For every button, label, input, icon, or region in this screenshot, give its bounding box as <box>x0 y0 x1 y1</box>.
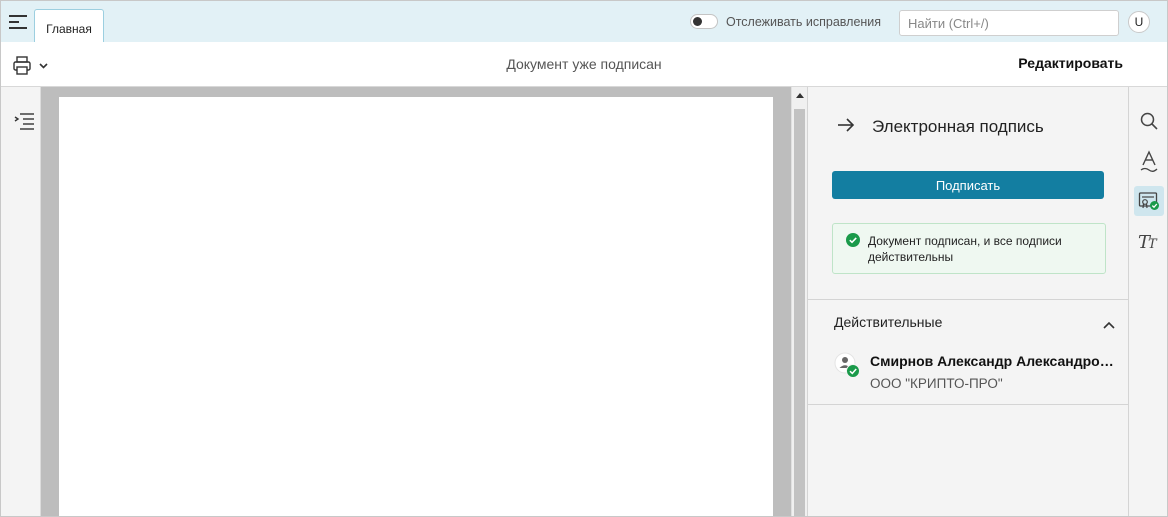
text-style-icon[interactable] <box>1134 146 1164 176</box>
search-input[interactable] <box>899 10 1119 36</box>
right-rail: T T <box>1128 87 1167 516</box>
left-rail <box>1 87 41 516</box>
valid-signatures-section: Действительные Смирнов Александр Алексан… <box>808 299 1129 405</box>
outline-icon[interactable] <box>13 111 35 131</box>
sign-button[interactable]: Подписать <box>832 171 1104 199</box>
valid-section-title: Действительные <box>834 314 943 330</box>
document-status: Документ уже подписан <box>506 56 662 72</box>
svg-text:T: T <box>1148 237 1158 251</box>
toggle-knob <box>693 17 702 26</box>
signer-verified-icon <box>834 352 862 380</box>
toolbar: Документ уже подписан Редактировать <box>1 42 1167 87</box>
edit-button[interactable]: Редактировать <box>1018 55 1123 71</box>
signature-status-box: Документ подписан, и все подписи действи… <box>832 223 1106 274</box>
scroll-thumb[interactable] <box>794 109 805 516</box>
track-changes-label: Отслеживать исправления <box>726 15 882 29</box>
panel-title: Электронная подпись <box>872 117 1044 136</box>
track-changes-toggle[interactable] <box>690 14 718 29</box>
user-avatar[interactable]: U <box>1128 11 1150 33</box>
signature-panel: Электронная подпись Подписать Документ п… <box>807 87 1129 516</box>
signer-organization: ООО "КРИПТО-ПРО" <box>870 376 1003 391</box>
search-icon[interactable] <box>1134 106 1164 136</box>
chevron-up-icon[interactable] <box>1103 316 1115 329</box>
tab-home[interactable]: Главная <box>34 9 104 43</box>
font-size-icon[interactable]: T T <box>1134 226 1164 256</box>
top-bar: Главная Отслеживать исправления U <box>1 1 1167 43</box>
signature-icon[interactable] <box>1134 186 1164 216</box>
status-message: Документ подписан, и все подписи действи… <box>868 234 1062 264</box>
scroll-up-icon[interactable] <box>794 89 806 101</box>
document-page[interactable] <box>59 97 773 516</box>
check-circle-icon <box>846 233 860 247</box>
vertical-scrollbar[interactable] <box>791 87 807 516</box>
signer-name: Смирнов Александр Александрович <box>870 353 1118 369</box>
signer-item[interactable]: Смирнов Александр Александрович ООО "КРИ… <box>808 348 1129 400</box>
arrow-right-icon[interactable] <box>836 115 856 135</box>
app-window: Главная Отслеживать исправления U Докуме… <box>0 0 1168 517</box>
document-area <box>41 87 791 516</box>
hamburger-menu-icon[interactable] <box>9 15 27 29</box>
